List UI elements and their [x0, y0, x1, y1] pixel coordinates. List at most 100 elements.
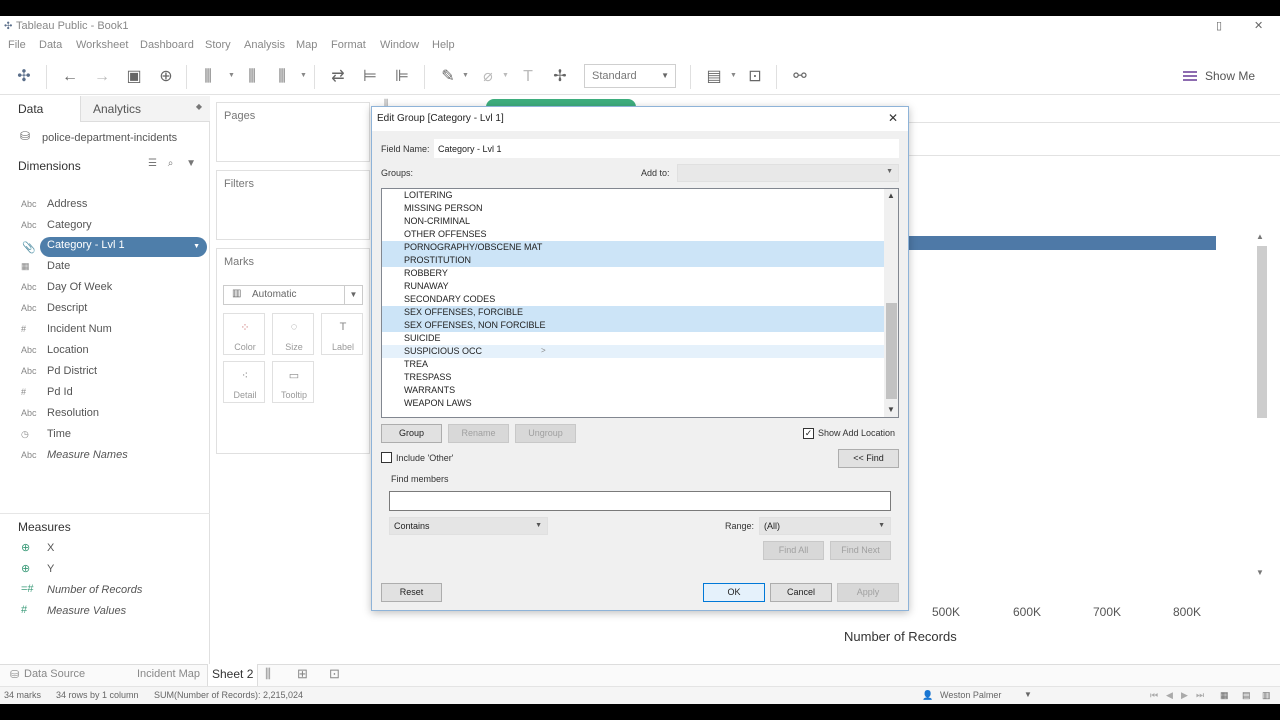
list-item-selected[interactable]: SEX OFFENSES, FORCIBLE	[382, 306, 884, 319]
restore-window-button[interactable]: ▯	[1216, 19, 1222, 32]
list-item[interactable]: TREA	[382, 358, 884, 371]
dimension-field[interactable]: # Pd Id	[18, 384, 208, 404]
sheet2-tab[interactable]: Sheet 2	[207, 664, 259, 686]
range-dropdown[interactable]: (All) ▼	[759, 517, 891, 535]
dimension-field[interactable]: Abc Descript	[18, 300, 208, 320]
chevron-up-icon[interactable]: ▲	[887, 191, 895, 200]
show-me-icon[interactable]	[1183, 71, 1197, 83]
search-icon[interactable]: ⌕	[168, 158, 174, 169]
save-icon[interactable]: ▣	[124, 67, 144, 87]
filmstrip-icon[interactable]: ▤	[1242, 690, 1251, 701]
reset-button[interactable]: Reset	[381, 583, 442, 602]
scrollbar-thumb[interactable]	[886, 303, 897, 399]
tabs-icon[interactable]: ▥	[1262, 690, 1271, 701]
tableau-home-icon[interactable]: ✣	[14, 67, 34, 87]
list-item-selected[interactable]: PROSTITUTION	[382, 254, 884, 267]
incident-map-tab[interactable]: Incident Map	[137, 668, 200, 680]
chevron-down-icon[interactable]: ▼	[186, 158, 196, 169]
list-item[interactable]: LOITERING	[382, 189, 884, 202]
menu-window[interactable]: Window	[380, 39, 419, 51]
chevron-down-icon[interactable]: ▼	[1024, 690, 1032, 699]
dimension-field[interactable]: Abc Address	[18, 196, 208, 216]
menu-story[interactable]: Story	[205, 39, 231, 51]
new-dashboard-icon[interactable]: ⊞	[297, 666, 308, 682]
match-mode-dropdown[interactable]: Contains ▼	[389, 517, 548, 535]
mark-type-dropdown[interactable]: ▥ Automatic ▼	[223, 285, 363, 305]
measure-field[interactable]: =# Number of Records	[18, 582, 208, 602]
label-button[interactable]: T Label	[321, 313, 363, 355]
list-item[interactable]: WEAPON LAWS	[382, 397, 884, 410]
find-toggle-button[interactable]: << Find	[838, 449, 899, 468]
new-story-icon[interactable]: ⊡	[329, 666, 340, 682]
dimension-field[interactable]: Abc Category	[18, 217, 208, 237]
view-scrollbar[interactable]: ▲ ▼	[1254, 232, 1268, 582]
list-item[interactable]: TRESPASS	[382, 371, 884, 384]
user-name[interactable]: Weston Palmer	[940, 690, 1001, 700]
apply-button[interactable]: Apply	[837, 583, 899, 602]
menu-analysis[interactable]: Analysis	[244, 39, 285, 51]
chevron-down-icon[interactable]: ▼	[193, 243, 200, 250]
swap-rows-columns-icon[interactable]: ⇄	[328, 67, 348, 87]
measure-field[interactable]: ⊕ X	[18, 540, 208, 560]
list-scrollbar[interactable]: ▲ ▼	[884, 189, 898, 417]
ok-button[interactable]: OK	[703, 583, 765, 602]
highlight-icon[interactable]: ✎	[438, 67, 458, 87]
cancel-button[interactable]: Cancel	[770, 583, 832, 602]
first-sheet-icon[interactable]: ⏮	[1150, 690, 1158, 701]
list-item[interactable]: SECONDARY CODES	[382, 293, 884, 306]
include-other-checkbox[interactable]	[381, 452, 392, 463]
list-item[interactable]: OTHER OFFENSES	[382, 228, 884, 241]
data-source-tab[interactable]: Data Source	[24, 668, 85, 680]
size-button[interactable]: ◌ Size	[272, 313, 314, 355]
menu-map[interactable]: Map	[296, 39, 317, 51]
tab-analytics[interactable]: Analytics ◆	[80, 96, 210, 122]
bar-mark[interactable]	[906, 236, 1216, 250]
tooltip-button[interactable]: ▭ Tooltip	[272, 361, 314, 403]
clear-sheet-icon[interactable]: ⫼	[272, 67, 292, 87]
ungroup-button[interactable]: Ungroup	[515, 424, 576, 443]
fix-axes-icon[interactable]: ✢	[550, 67, 570, 87]
list-item-selected[interactable]: SEX OFFENSES, NON FORCIBLE	[382, 319, 884, 332]
list-item-hover[interactable]: SUSPICIOUS OCC >	[382, 345, 884, 358]
undo-icon[interactable]: ←	[60, 67, 80, 87]
menu-worksheet[interactable]: Worksheet	[76, 39, 128, 51]
find-members-input[interactable]	[389, 491, 891, 511]
chevron-down-icon[interactable]: ▼	[1256, 568, 1264, 577]
measure-field[interactable]: # Measure Values	[18, 603, 208, 623]
find-next-button[interactable]: Find Next	[830, 541, 891, 560]
list-item[interactable]: ROBBERY	[382, 267, 884, 280]
new-data-source-icon[interactable]: ⊕	[156, 67, 176, 87]
datasource-name[interactable]: police-department-incidents	[42, 132, 177, 144]
menu-format[interactable]: Format	[331, 39, 366, 51]
chevron-down-icon[interactable]: ▼	[300, 72, 307, 79]
color-button[interactable]: ⁘ Color	[223, 313, 265, 355]
new-worksheet-icon[interactable]: ⫼	[198, 67, 218, 87]
menu-data[interactable]: Data	[39, 39, 62, 51]
close-icon[interactable]: ✕	[888, 111, 898, 125]
list-item[interactable]: WARRANTS	[382, 384, 884, 397]
find-all-button[interactable]: Find All	[763, 541, 824, 560]
chevron-down-icon[interactable]: ▼	[887, 405, 895, 414]
list-item[interactable]: NON-CRIMINAL	[382, 215, 884, 228]
list-item[interactable]: RUNAWAY	[382, 280, 884, 293]
menu-dashboard[interactable]: Dashboard	[140, 39, 194, 51]
field-name-input[interactable]: Category - Lvl 1	[434, 139, 899, 158]
dimension-field[interactable]: Abc Day Of Week	[18, 279, 208, 299]
dimension-field[interactable]: Abc Measure Names	[18, 447, 208, 467]
show-mark-labels-icon[interactable]: T	[518, 67, 538, 87]
dimension-field[interactable]: # Incident Num	[18, 321, 208, 341]
next-sheet-icon[interactable]: ▶	[1181, 690, 1188, 701]
filters-shelf[interactable]: Filters	[216, 170, 370, 240]
prev-sheet-icon[interactable]: ◀	[1166, 690, 1173, 701]
rename-button[interactable]: Rename	[448, 424, 509, 443]
group-button[interactable]: Group	[381, 424, 442, 443]
dimension-field-selected[interactable]: Category - Lvl 1 ▼	[40, 237, 207, 257]
redo-icon[interactable]: →	[92, 67, 112, 87]
groups-list[interactable]: LOITERING MISSING PERSON NON-CRIMINAL OT…	[381, 188, 899, 418]
list-view-icon[interactable]: ☰	[148, 158, 157, 169]
dimension-field[interactable]: ◷ Time	[18, 426, 208, 446]
close-window-button[interactable]: ✕	[1254, 19, 1263, 32]
add-to-dropdown[interactable]: ▼	[677, 164, 899, 182]
sheet-sorter-icon[interactable]: ▦	[1220, 690, 1229, 701]
share-icon[interactable]: ⚯	[790, 67, 810, 87]
